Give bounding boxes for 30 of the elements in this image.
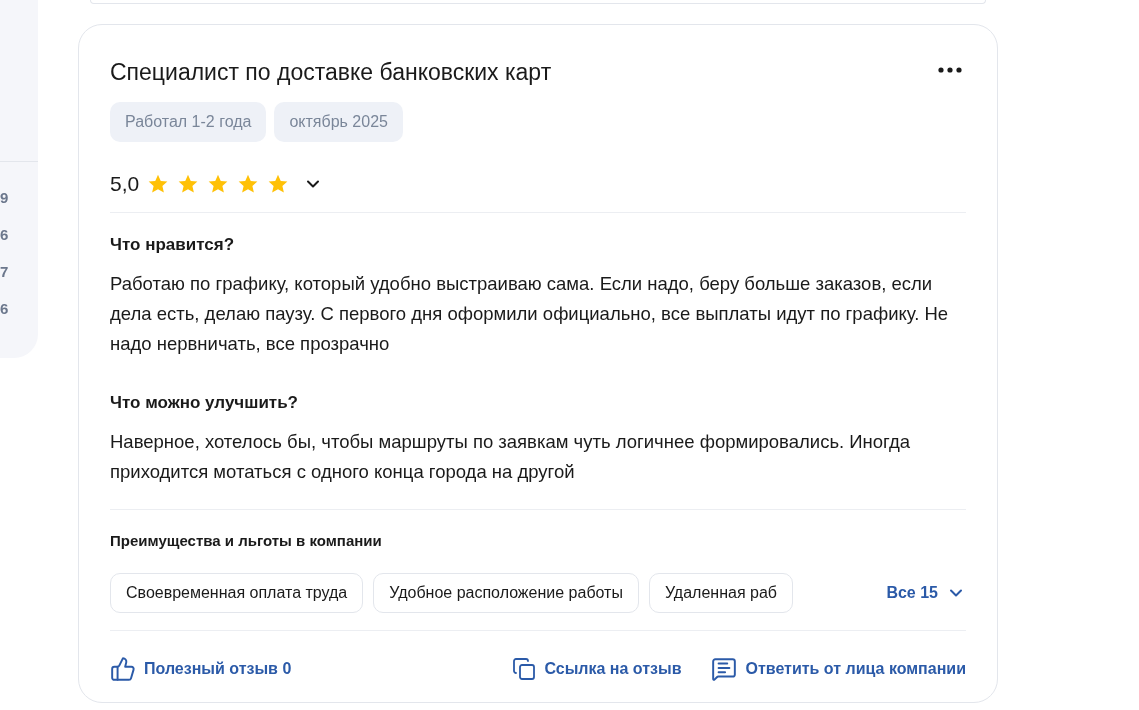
- count-text: 6: [0, 299, 10, 319]
- rating-value: 5,0: [110, 171, 140, 198]
- show-all-button[interactable]: Все 15: [886, 581, 966, 605]
- section-text: Наверное, хотелось бы, чтобы маршруты по заявкам чуть логичнее формировались. Иногда приходится мотаться с одного конца города на другой: [110, 430, 912, 484]
- count-text: 6: [0, 225, 10, 245]
- benefit-chip: Удобное расположение работы: [373, 573, 639, 613]
- count-text: 9: [0, 188, 10, 208]
- benefits-heading: Преимущества и льготы в компании: [110, 531, 383, 551]
- section-heading: Что нравится?: [110, 234, 236, 256]
- tag-chip: Работал 1-2 года: [110, 102, 267, 142]
- action-link[interactable]: Ссылка на отзыв: [512, 657, 682, 681]
- star-icon: [267, 173, 290, 195]
- more-button[interactable]: [938, 67, 962, 73]
- star-icon: [147, 173, 170, 195]
- action-link[interactable]: Ответить от лица компании: [711, 656, 966, 682]
- action-link[interactable]: Полезный отзыв 0: [110, 656, 292, 682]
- count-text: 7: [0, 262, 10, 282]
- more-icon: [938, 67, 962, 73]
- thumbs-up-icon: [110, 656, 136, 682]
- benefit-chip: Своевременная оплата труда: [110, 573, 364, 613]
- star-icon: [207, 173, 230, 195]
- section-heading: Что можно улучшить?: [110, 392, 299, 414]
- review-title: Специалист по доставке банковских карт: [110, 58, 552, 87]
- star-icon: [237, 173, 260, 195]
- copy-icon: [512, 657, 537, 681]
- benefit-chip: Удаленная раб: [648, 573, 793, 613]
- chat-bubble-icon: [711, 656, 738, 682]
- tag-chip: октябрь 2025: [274, 102, 403, 142]
- section-text: Работаю по графику, который удобно выстраиваю сама. Если надо, беру больше заказов, если дела есть, делаю паузу. С первого дня оформили официально, все выплаты идут по графику. Не надо нервничать, все прозрачно: [110, 272, 950, 356]
- star-icon: [177, 173, 200, 195]
